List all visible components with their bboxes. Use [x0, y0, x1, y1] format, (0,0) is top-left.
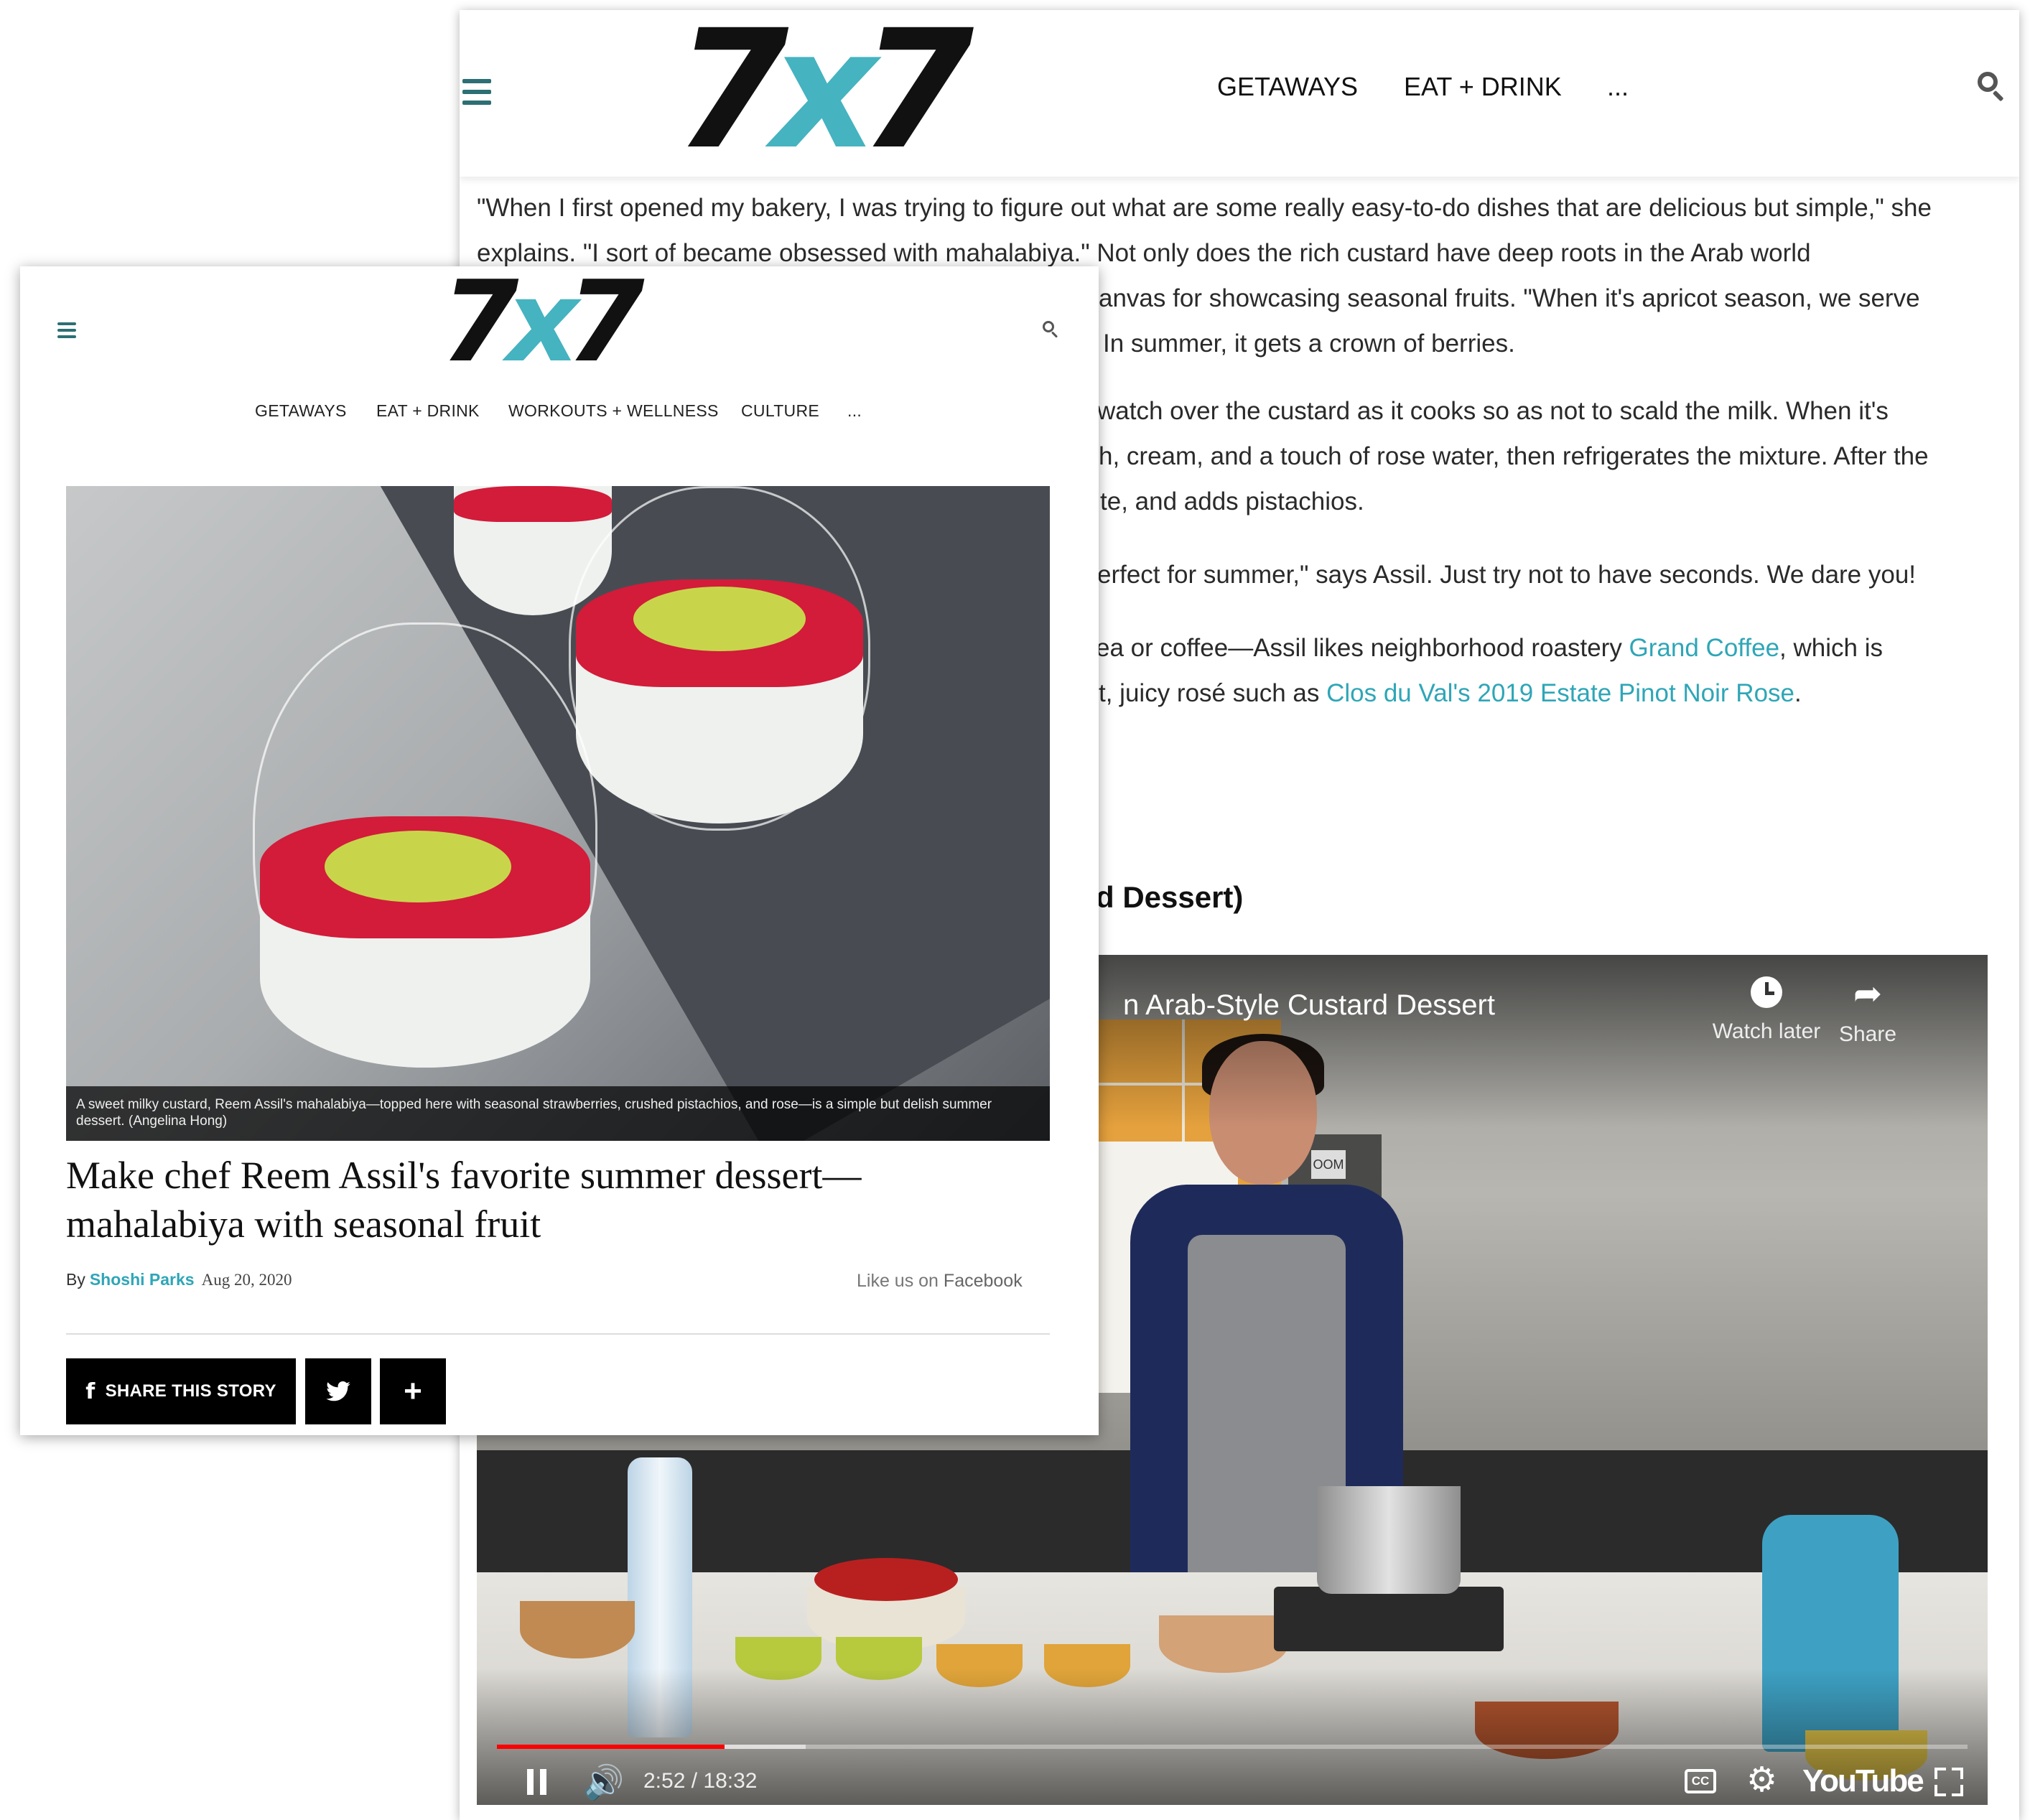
- facebook-link[interactable]: Facebook: [944, 1271, 1023, 1291]
- site-header: 7x7 GETAWAYS EAT + DRINK ...: [460, 10, 2019, 185]
- hero-pistachios: [325, 831, 511, 902]
- captions-button[interactable]: CC: [1685, 1769, 1716, 1793]
- article-paragraph-4-line-2: t, juicy rosé such as Clos du Val's 2019…: [1099, 671, 1996, 716]
- author-link[interactable]: Shoshi Parks: [90, 1270, 195, 1289]
- site-logo[interactable]: 7x7: [675, 10, 974, 185]
- nav-getaways[interactable]: GETAWAYS: [255, 401, 347, 421]
- share-video-label: Share: [1838, 1022, 1897, 1046]
- hamburger-icon[interactable]: [462, 79, 491, 105]
- nav-more[interactable]: ...: [847, 401, 862, 421]
- image-caption: A sweet milky custard, Reem Assil's maha…: [76, 1097, 992, 1129]
- paragraph-text: , which is: [1779, 634, 1883, 662]
- plus-icon[interactable]: +: [380, 1358, 446, 1424]
- share-arrow-icon: ➦: [1853, 975, 1883, 1013]
- publish-date: Aug 20, 2020: [201, 1271, 292, 1289]
- article-paragraph-2-line-3: te, and adds pistachios.: [1100, 487, 1364, 515]
- nav-eat-drink[interactable]: EAT + DRINK: [1404, 72, 1562, 102]
- nav-getaways[interactable]: GETAWAYS: [1217, 72, 1358, 102]
- clos-du-val-link[interactable]: Clos du Val's 2019 Estate Pinot Noir Ros…: [1326, 679, 1794, 707]
- grand-coffee-link[interactable]: Grand Coffee: [1629, 634, 1780, 662]
- twitter-share-button[interactable]: [305, 1358, 371, 1424]
- caption-bar: A sweet milky custard, Reem Assil's maha…: [66, 1086, 1050, 1141]
- twitter-icon: [326, 1381, 350, 1401]
- share-this-story-label: SHARE THIS STORY: [105, 1381, 276, 1401]
- article-paragraph-1: "When I first opened my bakery, I was tr…: [477, 194, 1932, 267]
- article-paragraph-2-line-2: h, cream, and a touch of rose water, the…: [1099, 442, 1929, 470]
- byline: By Shoshi Parks Aug 20, 2020: [66, 1270, 292, 1289]
- video-frame-bowl: [1159, 1615, 1288, 1673]
- nav-more[interactable]: ...: [1607, 72, 1629, 102]
- paragraph-text: t, juicy rosé such as: [1099, 679, 1327, 707]
- video-progress-bar[interactable]: [497, 1745, 1968, 1749]
- video-frame-saucepan: [1317, 1486, 1461, 1594]
- like-us-on-facebook[interactable]: Like us on Facebook: [857, 1271, 1023, 1292]
- video-title[interactable]: n Arab-Style Custard Dessert: [1123, 989, 1495, 1022]
- nav-eat-drink[interactable]: EAT + DRINK: [376, 401, 480, 421]
- video-time: 2:52 / 18:32: [643, 1769, 758, 1793]
- site-logo[interactable]: 7x7: [441, 266, 645, 387]
- article-paragraph-3: erfect for summer," says Assil. Just try…: [1097, 561, 1917, 589]
- search-icon[interactable]: [1978, 72, 2009, 103]
- watch-later-button[interactable]: Watch later: [1702, 976, 1831, 1044]
- video-frame-strawberries: [814, 1558, 958, 1601]
- volume-icon[interactable]: 🔊: [583, 1762, 624, 1802]
- hamburger-icon[interactable]: [57, 322, 76, 338]
- paragraph-text: ea or coffee—Assil likes neighborhood ro…: [1096, 634, 1629, 662]
- settings-icon[interactable]: ⚙: [1746, 1760, 1777, 1801]
- hero-berries: [454, 486, 612, 522]
- search-icon[interactable]: [1043, 321, 1060, 338]
- fullscreen-icon[interactable]: [1934, 1768, 1963, 1796]
- like-prefix: Like us on: [857, 1271, 944, 1291]
- hero-image: A sweet milky custard, Reem Assil's maha…: [66, 486, 1050, 1141]
- video-progress-fill: [497, 1745, 725, 1749]
- hero-pistachios: [633, 587, 806, 651]
- front-browser-window: 7x7 GETAWAYS EAT + DRINK WORKOUTS + WELL…: [20, 266, 1099, 1435]
- article-paragraph-1-line-4: In summer, it gets a crown of berries.: [1103, 330, 1515, 358]
- article-headline: Make chef Reem Assil's favorite summer d…: [66, 1154, 862, 1246]
- article-paragraph-1-line-3: anvas for showcasing seasonal fruits. "W…: [1099, 284, 1920, 312]
- nav-culture[interactable]: CULTURE: [741, 401, 819, 421]
- article-paragraph-4-line-1: ea or coffee—Assil likes neighborhood ro…: [1096, 625, 1993, 671]
- video-frame-burner: [1274, 1587, 1504, 1651]
- pause-icon[interactable]: [524, 1768, 553, 1796]
- share-this-story-button[interactable]: f SHARE THIS STORY: [66, 1358, 296, 1424]
- youtube-logo[interactable]: YouTube: [1802, 1763, 1924, 1799]
- share-video-button[interactable]: ➦ Share: [1821, 976, 1914, 1047]
- section-heading: d Dessert): [1096, 880, 1244, 914]
- video-frame-bowl: [520, 1601, 635, 1658]
- facebook-icon: f: [85, 1378, 96, 1404]
- paragraph-text: .: [1794, 679, 1802, 707]
- clock-icon: [1751, 976, 1782, 1008]
- watch-later-label: Watch later: [1712, 1019, 1821, 1043]
- nav-workouts-wellness[interactable]: WORKOUTS + WELLNESS: [508, 401, 719, 421]
- byline-prefix: By: [66, 1270, 85, 1289]
- divider: [66, 1333, 1050, 1335]
- article-paragraph-2-line-1: watch over the custard as it cooks so as…: [1097, 397, 1889, 425]
